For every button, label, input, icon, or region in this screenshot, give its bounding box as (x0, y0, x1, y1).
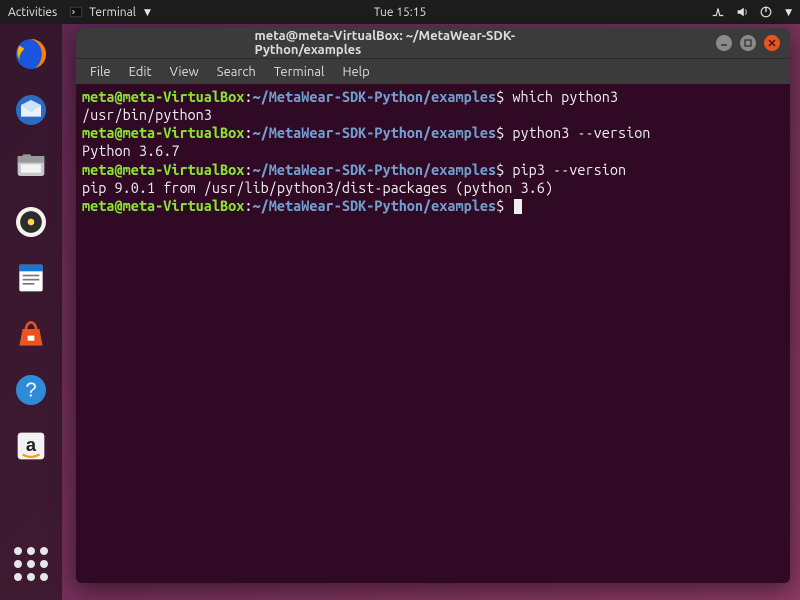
window-titlebar[interactable]: meta@meta-VirtualBox: ~/MetaWear-SDK-Pyt… (76, 28, 790, 58)
app-name: Terminal (89, 6, 136, 19)
menubar: File Edit View Search Terminal Help (76, 58, 790, 84)
activities-button[interactable]: Activities (8, 6, 57, 19)
clock[interactable]: Tue 15:15 (374, 6, 427, 19)
menu-edit[interactable]: Edit (121, 63, 160, 81)
dock-amazon[interactable]: a (7, 422, 55, 470)
menu-help[interactable]: Help (334, 63, 377, 81)
window-title: meta@meta-VirtualBox: ~/MetaWear-SDK-Pyt… (255, 29, 612, 57)
svg-text:a: a (26, 434, 37, 455)
apps-grid-icon (14, 547, 48, 581)
terminal-icon (69, 5, 83, 19)
network-icon[interactable] (711, 5, 725, 19)
dock-thunderbird[interactable] (7, 86, 55, 134)
terminal-body[interactable]: meta@meta-VirtualBox:~/MetaWear-SDK-Pyth… (76, 84, 790, 583)
cursor (514, 199, 522, 214)
dock: ? a (0, 24, 62, 600)
dock-help[interactable]: ? (7, 366, 55, 414)
system-menu-caret-icon[interactable]: ▼ (785, 7, 792, 18)
terminal-window: meta@meta-VirtualBox: ~/MetaWear-SDK-Pyt… (76, 28, 790, 583)
menu-terminal[interactable]: Terminal (266, 63, 333, 81)
gnome-topbar: Activities Terminal ▼ Tue 15:15 ▼ (0, 0, 800, 24)
menu-view[interactable]: View (162, 63, 207, 81)
power-icon[interactable] (759, 5, 773, 19)
window-minimize-button[interactable] (716, 35, 732, 51)
svg-text:?: ? (25, 380, 36, 402)
window-maximize-button[interactable] (740, 35, 756, 51)
chevron-down-icon: ▼ (144, 7, 151, 18)
dock-rhythmbox[interactable] (7, 198, 55, 246)
dock-files[interactable] (7, 142, 55, 190)
dock-software[interactable] (7, 310, 55, 358)
volume-icon[interactable] (735, 5, 749, 19)
dock-writer[interactable] (7, 254, 55, 302)
window-close-button[interactable] (764, 35, 780, 51)
menu-file[interactable]: File (82, 63, 119, 81)
app-indicator[interactable]: Terminal ▼ (69, 5, 151, 19)
show-applications-button[interactable] (7, 540, 55, 588)
menu-search[interactable]: Search (209, 63, 264, 81)
dock-firefox[interactable] (7, 30, 55, 78)
